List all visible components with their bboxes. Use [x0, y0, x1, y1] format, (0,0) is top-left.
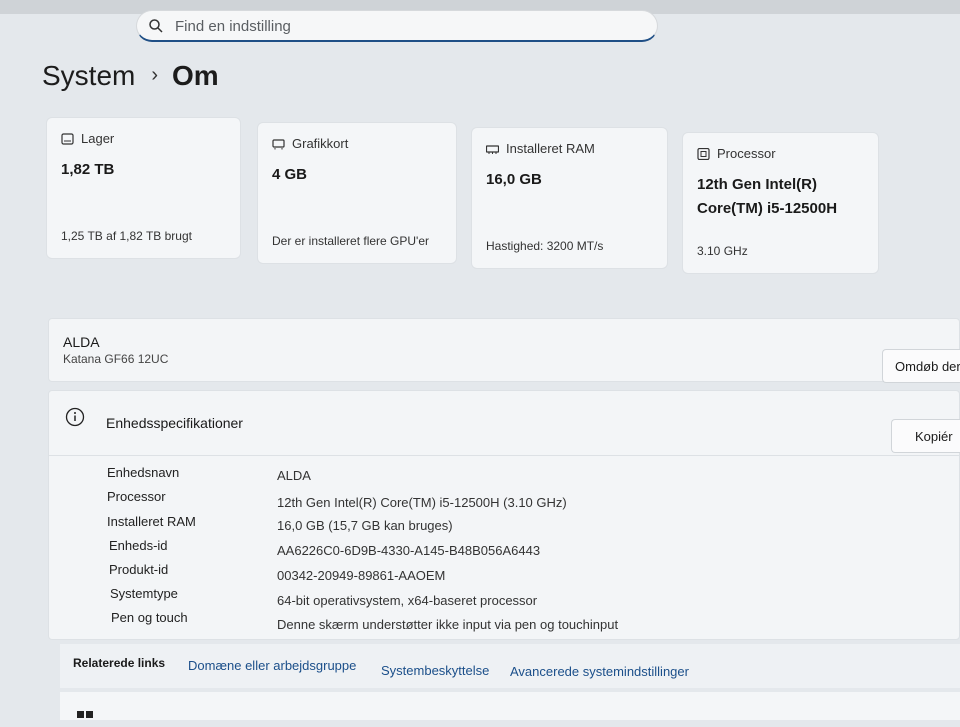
spec-value-system-type: 64-bit operativsystem, x64-baseret proce…: [277, 593, 538, 608]
graphics-label: Grafikkort: [292, 136, 349, 151]
breadcrumb-separator: ›: [151, 64, 159, 86]
ram-icon: [486, 145, 499, 154]
spec-value-device-id: AA6226C0-6D9B-4330-A145-B48B056A6443: [277, 543, 541, 558]
spec-key-pen-touch: Pen og touch: [111, 610, 188, 625]
storage-icon: [61, 133, 74, 145]
rename-button[interactable]: Omdøb der: [882, 349, 960, 383]
graphics-card[interactable]: Grafikkort 4 GB Der er installeret flere…: [257, 122, 457, 264]
device-name: ALDA: [63, 334, 100, 350]
ram-label: Installeret RAM: [506, 141, 595, 156]
device-model: Katana GF66 12UC: [63, 352, 169, 366]
next-section-panel: [60, 692, 960, 720]
storage-usage: 1,25 TB af 1,82 TB brugt: [61, 229, 192, 243]
processor-icon: [697, 148, 710, 160]
specs-title: Enhedsspecifikationer: [106, 415, 243, 431]
page-title: Om: [172, 60, 219, 91]
link-system-protection[interactable]: Systembeskyttelse: [381, 663, 489, 678]
graphics-card-icon: [272, 139, 285, 150]
spec-value-pen-touch: Denne skærm understøtter ikke input via …: [277, 617, 619, 632]
spec-key-processor: Processor: [107, 489, 166, 504]
specs-header-divider: [49, 455, 960, 456]
search-box[interactable]: Find en indstilling: [136, 10, 658, 42]
link-domain-workgroup[interactable]: Domæne eller arbejdsgruppe: [188, 658, 356, 673]
ram-value: 16,0 GB: [486, 171, 542, 188]
spec-key-device-name: Enhedsnavn: [107, 465, 180, 480]
storage-card[interactable]: Lager 1,82 TB 1,25 TB af 1,82 TB brugt: [46, 117, 241, 259]
spec-key-device-id: Enheds-id: [109, 538, 168, 553]
related-links-bar: Relaterede links Domæne eller arbejdsgru…: [60, 644, 960, 688]
ram-card[interactable]: Installeret RAM 16,0 GB Hastighed: 3200 …: [471, 127, 668, 269]
spec-key-product-id: Produkt-id: [109, 562, 169, 577]
processor-value: 12th Gen Intel(R) Core(TM) i5-12500H: [697, 173, 837, 221]
storage-value: 1,82 TB: [61, 161, 115, 178]
device-name-panel: ALDA Katana GF66 12UC: [48, 318, 960, 382]
processor-card[interactable]: Processor 12th Gen Intel(R) Core(TM) i5-…: [682, 132, 879, 274]
spec-value-product-id: 00342-20949-89861-AAOEM: [277, 568, 446, 583]
search-input[interactable]: Find en indstilling: [175, 18, 291, 35]
spec-value-processor: 12th Gen Intel(R) Core(TM) i5-12500H (3.…: [277, 495, 567, 510]
storage-label: Lager: [81, 131, 115, 146]
breadcrumb: System › Om: [42, 60, 219, 92]
link-advanced-settings[interactable]: Avancerede systemindstillinger: [510, 664, 689, 679]
info-icon: [65, 407, 85, 427]
processor-value-line1: 12th Gen Intel(R): [697, 176, 818, 193]
copy-button[interactable]: Kopiér: [891, 419, 960, 453]
search-icon: [149, 19, 163, 33]
graphics-value: 4 GB: [272, 166, 308, 183]
windows-logo-icon: [77, 711, 93, 718]
graphics-note: Der er installeret flere GPU'er: [272, 234, 430, 248]
processor-value-line2: Core(TM) i5-12500H: [697, 200, 838, 217]
spec-key-ram: Installeret RAM: [107, 514, 196, 529]
breadcrumb-system[interactable]: System: [42, 60, 135, 91]
related-links-title: Relaterede links: [73, 656, 166, 670]
spec-value-device-name: ALDA: [277, 468, 311, 483]
processor-label: Processor: [717, 146, 776, 161]
spec-key-system-type: Systemtype: [110, 586, 178, 601]
processor-speed: 3.10 GHz: [697, 244, 748, 258]
spec-value-ram: 16,0 GB (15,7 GB kan bruges): [277, 518, 453, 533]
ram-speed: Hastighed: 3200 MT/s: [486, 239, 604, 253]
